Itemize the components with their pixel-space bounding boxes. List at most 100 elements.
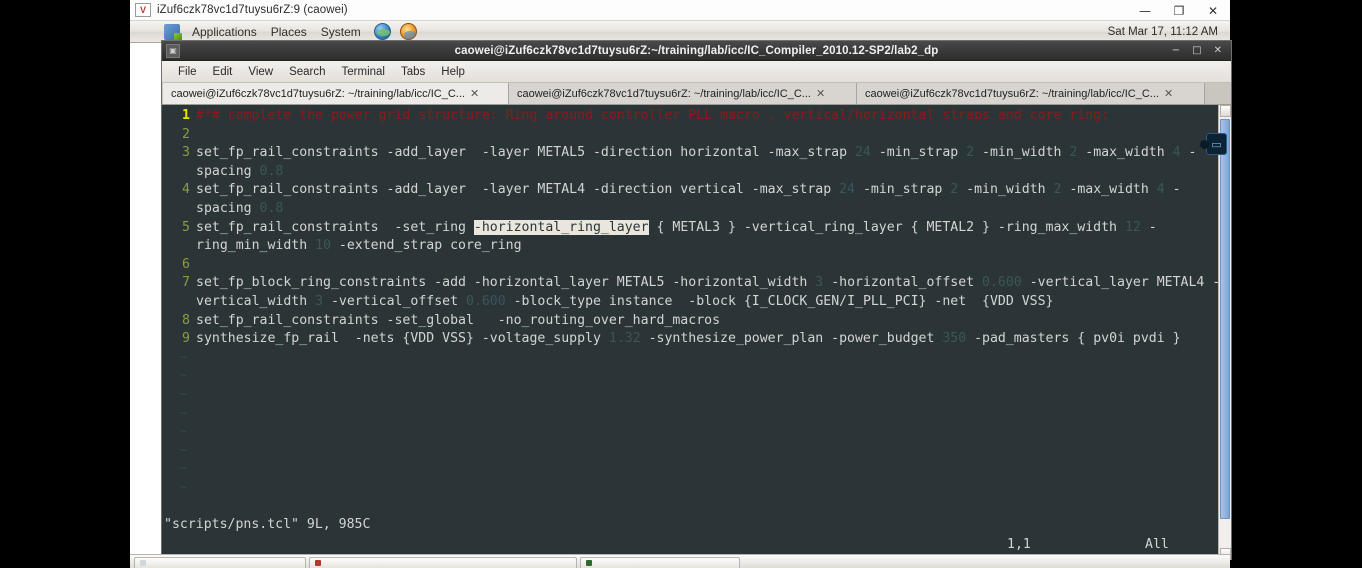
line-text[interactable]: set_fp_block_ring_constraints -add -hori…: [196, 274, 1231, 311]
menu-view[interactable]: View: [240, 64, 281, 80]
terminal-tabbar: caowei@iZuf6czk78vc1d7tuysu6rZ: ~/traini…: [162, 83, 1231, 105]
code-segment-plain: synthesize_fp_rail -nets {VDD VSS} -volt…: [196, 331, 609, 347]
line-text[interactable]: [196, 126, 1231, 145]
menu-file[interactable]: File: [170, 64, 205, 80]
editor-line[interactable]: 1 #*# complete the power grid structure: …: [162, 107, 1231, 126]
vim-scrollbar[interactable]: [1218, 105, 1231, 560]
code-segment-number: 1.32: [608, 331, 641, 347]
scrollbar-thumb[interactable]: [1220, 119, 1230, 519]
scrollbar-up-arrow-icon[interactable]: [1220, 105, 1231, 117]
menu-places[interactable]: Places: [264, 23, 314, 41]
code-segment-plain: -max_width: [1077, 145, 1173, 161]
code-segment-plain: -horizontal_offset: [823, 275, 983, 291]
terminal-menubar: File Edit View Search Terminal Tabs Help: [162, 61, 1231, 83]
terminal-tab-2-label: caowei@iZuf6czk78vc1d7tuysu6rZ: ~/traini…: [517, 87, 811, 100]
code-segment-number: 10: [315, 238, 331, 254]
code-segment-number: 0.600: [465, 293, 506, 309]
editor-line[interactable]: 7 set_fp_block_ring_constraints -add -hor…: [162, 274, 1231, 311]
maximize-icon[interactable]: ❐: [1162, 0, 1196, 21]
menu-terminal[interactable]: Terminal: [334, 64, 393, 80]
vim-editor[interactable]: 1 #*# complete the power grid structure: …: [162, 105, 1231, 560]
remote-display-glyph: ▭: [1211, 137, 1222, 151]
code-segment-plain: -min_width: [958, 182, 1054, 198]
vim-cursor-position: 1,1: [1007, 537, 1031, 552]
menu-tabs[interactable]: Tabs: [393, 64, 433, 80]
code-segment-number: 0.8: [259, 200, 284, 216]
line-text[interactable]: #*# complete the power grid structure: R…: [196, 107, 1231, 126]
editor-line[interactable]: 6: [162, 256, 1231, 275]
taskbar-item-1[interactable]: [134, 557, 306, 568]
editor-line[interactable]: 5 set_fp_rail_constraints -set_ring -hori…: [162, 219, 1231, 256]
terminal-window-icon[interactable]: ▣: [166, 43, 180, 58]
editor-line[interactable]: 3 set_fp_rail_constraints -add_layer -lay…: [162, 144, 1231, 181]
code-segment-plain: -max_width: [1061, 182, 1157, 198]
terminal-tab-1[interactable]: caowei@iZuf6czk78vc1d7tuysu6rZ: ~/traini…: [163, 83, 509, 104]
line-text[interactable]: set_fp_rail_constraints -add_layer -laye…: [196, 144, 1231, 181]
taskbar-item-3-icon: [586, 560, 592, 566]
code-segment-highlight[interactable]: -horizontal_ring_layer: [473, 219, 649, 235]
menu-edit[interactable]: Edit: [205, 64, 241, 80]
code-segment-plain: set_fp_rail_constraints -add_layer -laye…: [196, 182, 840, 198]
code-segment-plain: -min_width: [974, 145, 1070, 161]
vnc-viewer-window: V iZuf6czk78vc1d7tuysu6rZ:9 (caowei) — ❐…: [130, 0, 1232, 568]
empty-line-marker: ~: [179, 461, 187, 477]
vim-empty-line-markers: ~ ~ ~ ~ ~ ~ ~ ~: [162, 105, 196, 497]
taskbar-item-3[interactable]: [580, 557, 740, 568]
line-text[interactable]: set_fp_rail_constraints -set_ring -horiz…: [196, 219, 1231, 256]
code-segment-number: 350: [942, 331, 967, 347]
taskbar-item-1-icon: [140, 560, 146, 566]
help-icon[interactable]: [399, 22, 420, 41]
vim-code-area[interactable]: 1 #*# complete the power grid structure: …: [162, 105, 1231, 560]
empty-line-marker: ~: [179, 479, 187, 495]
code-segment-plain: set_fp_block_ring_constraints -add -hori…: [196, 275, 816, 291]
remote-display-icon[interactable]: ▭: [1200, 133, 1227, 155]
menu-system[interactable]: System: [314, 23, 368, 41]
vim-file-info: "scripts/pns.tcl" 9L, 985C: [164, 517, 371, 532]
menu-help[interactable]: Help: [433, 64, 473, 80]
editor-line[interactable]: 9 synthesize_fp_rail -nets {VDD VSS} -vol…: [162, 330, 1231, 349]
taskbar-item-2[interactable]: [309, 557, 577, 568]
vnc-icon: V: [135, 3, 151, 17]
code-segment-plain: -block_type instance -block {I_CLOCK_GEN…: [505, 293, 1054, 309]
close-icon[interactable]: ✕: [1196, 0, 1230, 21]
terminal-tab-3[interactable]: caowei@iZuf6czk78vc1d7tuysu6rZ: ~/traini…: [857, 83, 1205, 104]
editor-line[interactable]: 2: [162, 126, 1231, 145]
menu-applications[interactable]: Applications: [185, 23, 264, 41]
code-segment-number: 3: [315, 293, 324, 309]
applications-menu-icon[interactable]: [164, 23, 182, 41]
terminal-tab-2-close-icon[interactable]: ✕: [816, 88, 825, 99]
menu-search[interactable]: Search: [281, 64, 333, 80]
terminal-window-title: caowei@iZuf6czk78vc1d7tuysu6rZ:~/trainin…: [454, 44, 939, 57]
minimize-icon[interactable]: —: [1128, 0, 1162, 21]
code-segment-plain: -extend_strap core_ring: [330, 238, 522, 254]
code-segment-number: 4: [1156, 182, 1165, 198]
line-text[interactable]: synthesize_fp_rail -nets {VDD VSS} -volt…: [196, 330, 1231, 349]
gnome-panel-menus: Applications Places System: [130, 22, 420, 41]
terminal-window-buttons: − □ ✕: [1172, 45, 1231, 56]
code-segment-plain: set_fp_rail_constraints -set_ring: [196, 219, 474, 235]
terminal-close-icon[interactable]: ✕: [1214, 45, 1222, 56]
code-segment-plain: -pad_masters { pv0i pvdi }: [966, 331, 1181, 347]
editor-line[interactable]: 8 set_fp_rail_constraints -set_global -no…: [162, 312, 1231, 331]
empty-line-marker: ~: [179, 386, 187, 402]
code-segment-number: 12: [1124, 219, 1141, 235]
terminal-window: ▣ caowei@iZuf6czk78vc1d7tuysu6rZ:~/train…: [161, 40, 1232, 560]
line-text[interactable]: [196, 256, 1231, 275]
code-segment-plain: -min_strap: [870, 145, 967, 161]
empty-line-marker: ~: [179, 368, 187, 384]
editor-line[interactable]: 4 set_fp_rail_constraints -add_layer -lay…: [162, 181, 1231, 218]
terminal-tab-1-close-icon[interactable]: ✕: [470, 88, 479, 99]
terminal-tab-2[interactable]: caowei@iZuf6czk78vc1d7tuysu6rZ: ~/traini…: [509, 83, 857, 104]
line-text[interactable]: set_fp_rail_constraints -set_global -no_…: [196, 312, 1231, 331]
terminal-tab-3-close-icon[interactable]: ✕: [1164, 88, 1173, 99]
panel-clock[interactable]: Sat Mar 17, 11:12 AM: [1108, 26, 1230, 38]
code-segment-plain: { METAL3 } -vertical_ring_layer { METAL2…: [648, 219, 1125, 235]
globe-icon[interactable]: [373, 22, 394, 41]
vim-status-line: "scripts/pns.tcl" 9L, 985C 1,1 All: [162, 512, 1231, 560]
terminal-titlebar: ▣ caowei@iZuf6czk78vc1d7tuysu6rZ:~/train…: [162, 41, 1231, 61]
screen: V iZuf6czk78vc1d7tuysu6rZ:9 (caowei) — ❐…: [0, 0, 1362, 568]
code-segment-plain: set_fp_rail_constraints -add_layer -laye…: [196, 145, 855, 161]
terminal-minimize-icon[interactable]: −: [1172, 45, 1180, 56]
line-text[interactable]: set_fp_rail_constraints -add_layer -laye…: [196, 181, 1231, 218]
terminal-maximize-icon[interactable]: □: [1192, 45, 1201, 56]
